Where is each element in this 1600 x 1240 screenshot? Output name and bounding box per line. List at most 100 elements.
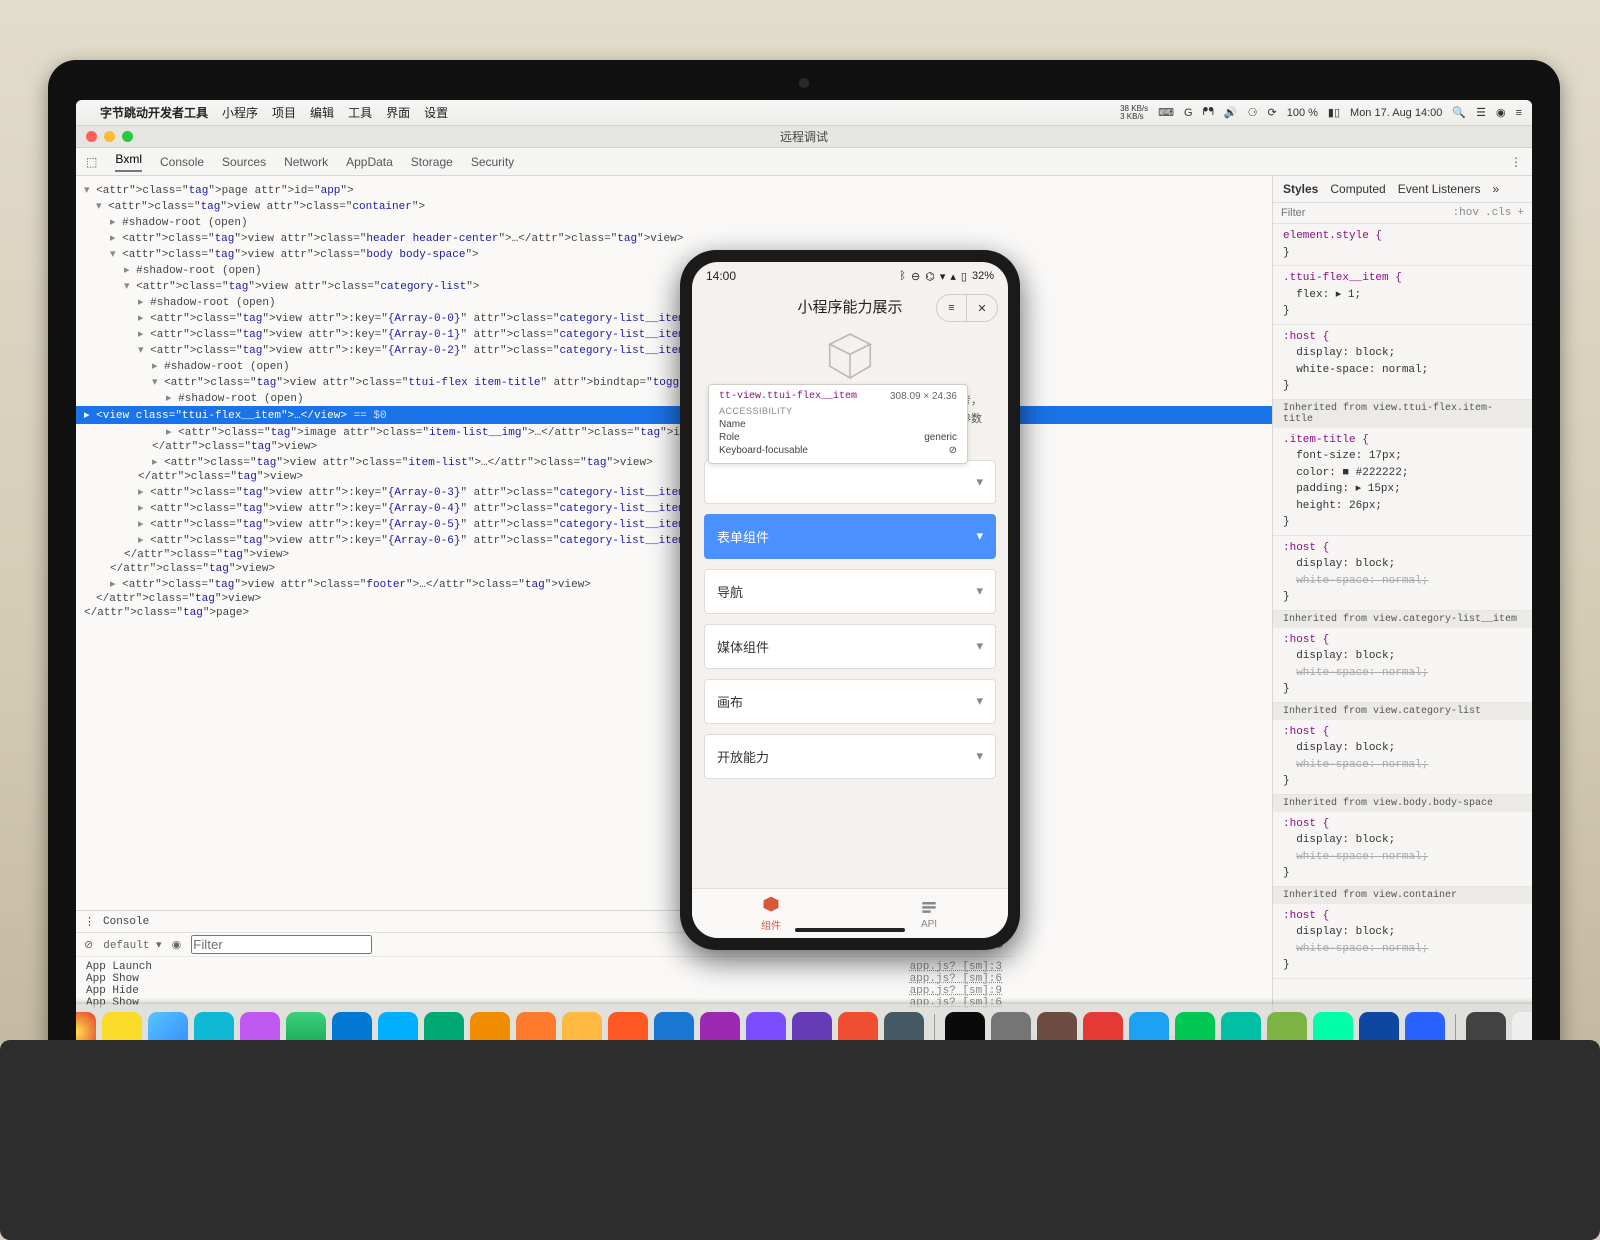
dock-app[interactable] bbox=[378, 1012, 418, 1052]
hov-toggle[interactable]: :hov bbox=[1453, 207, 1479, 219]
dock-app[interactable] bbox=[148, 1012, 188, 1052]
dock-app[interactable] bbox=[194, 1012, 234, 1052]
notifications-icon[interactable]: ≡ bbox=[1516, 107, 1522, 119]
spotlight-icon[interactable]: 🔍 bbox=[1452, 106, 1466, 119]
eye-icon[interactable]: ◉ bbox=[172, 938, 182, 952]
console-log[interactable]: app.js? [sm]:6App Show bbox=[86, 973, 1002, 985]
dock-app[interactable] bbox=[1405, 1012, 1445, 1052]
breadcrumb-item[interactable]: view.body.body-space bbox=[249, 1043, 381, 1055]
app-name[interactable]: 字节跳动开发者工具 bbox=[100, 104, 208, 121]
dock-app[interactable] bbox=[945, 1012, 985, 1052]
tab-overflow-icon[interactable]: ⋮ bbox=[1510, 155, 1522, 169]
elements-node[interactable]: </attr">class="tag">view> bbox=[76, 592, 1272, 606]
tab-sources[interactable]: Sources bbox=[222, 155, 266, 169]
mac-dock[interactable] bbox=[76, 1004, 1532, 1060]
css-rule[interactable]: element.style {} bbox=[1273, 224, 1532, 266]
console-log[interactable]: app.js? [sm]:3App Launch bbox=[86, 961, 1002, 973]
tab-event-listeners[interactable]: Event Listeners bbox=[1398, 182, 1481, 196]
battery-icon[interactable]: ▮▯ bbox=[1328, 106, 1340, 119]
css-rule[interactable]: …:host { display: block; white-space: no… bbox=[1273, 628, 1532, 703]
drawer-title[interactable]: Console bbox=[103, 916, 149, 928]
dock-app-chrome[interactable] bbox=[76, 1012, 96, 1052]
tab-bxml[interactable]: Bxml bbox=[115, 152, 142, 172]
dock-app[interactable] bbox=[516, 1012, 556, 1052]
breadcrumb-item[interactable]: view.ttui-flex.item-title bbox=[689, 1043, 854, 1055]
wifi-icon[interactable]: ⚆ bbox=[1248, 106, 1258, 119]
miniapp-capsule[interactable]: ≡ ✕ bbox=[936, 294, 998, 322]
elements-node[interactable]: </attr">class="tag">view> bbox=[76, 470, 1272, 484]
close-icon[interactable]: ✕ bbox=[967, 295, 997, 321]
dock-app[interactable] bbox=[1221, 1012, 1261, 1052]
css-rule[interactable]: ….item-title { font-size: 17px; color: ■… bbox=[1273, 428, 1532, 536]
dock-app-brave[interactable] bbox=[838, 1012, 878, 1052]
elements-node[interactable]: </attr">class="tag">page> bbox=[76, 606, 1272, 620]
menu-icon[interactable]: ≡ bbox=[937, 295, 967, 321]
dock-app[interactable] bbox=[1512, 1012, 1532, 1052]
elements-node[interactable]: <attr">class="tag">view attr">class="bod… bbox=[76, 246, 1272, 262]
elements-node[interactable]: <attr">class="tag">view attr">:key="{Arr… bbox=[76, 516, 1272, 532]
tab-security[interactable]: Security bbox=[471, 155, 514, 169]
menu-item[interactable]: 工具 bbox=[348, 104, 372, 121]
elements-node[interactable]: <attr">class="tag">view attr">class="hea… bbox=[76, 230, 1272, 246]
elements-selected-node[interactable]: ▸ <view class="ttui-flex__item">…</view>… bbox=[76, 406, 1272, 424]
menu-item[interactable]: 小程序 bbox=[222, 104, 258, 121]
dock-app[interactable] bbox=[1359, 1012, 1399, 1052]
elements-node[interactable]: #shadow-root (open) bbox=[76, 214, 1272, 230]
status-g-icon[interactable]: G bbox=[1184, 107, 1193, 119]
menu-item[interactable]: 编辑 bbox=[310, 104, 334, 121]
inspect-icon[interactable]: ⬚ bbox=[86, 155, 97, 169]
elements-node[interactable]: #shadow-root (open) bbox=[76, 294, 1272, 310]
tab-styles[interactable]: Styles bbox=[1283, 182, 1318, 196]
elements-node[interactable]: <attr">class="tag">view attr">:key="{Arr… bbox=[76, 484, 1272, 500]
css-rule[interactable]: …:host { display: block; white-space: no… bbox=[1273, 904, 1532, 979]
elements-node[interactable]: <attr">class="tag">image attr">class="it… bbox=[76, 424, 1272, 440]
elements-node[interactable]: <attr">class="tag">view attr">:key="{Arr… bbox=[76, 310, 1272, 326]
elements-node[interactable]: <attr">class="tag">page attr">id="app"> bbox=[76, 182, 1272, 198]
elements-node[interactable]: </attr">class="tag">view> bbox=[76, 562, 1272, 576]
css-rule[interactable]: …:host { display: block; white-space: no… bbox=[1273, 812, 1532, 887]
dock-app[interactable] bbox=[746, 1012, 786, 1052]
dock-app[interactable] bbox=[286, 1012, 326, 1052]
css-rule[interactable]: …:host { display: block; white-space: no… bbox=[1273, 720, 1532, 795]
minimize-icon[interactable] bbox=[104, 131, 115, 142]
android-nav-pill[interactable] bbox=[795, 928, 905, 932]
dock-app-edge[interactable] bbox=[332, 1012, 372, 1052]
list-item[interactable]: 媒体组件 ▾ bbox=[704, 624, 996, 669]
menu-item[interactable]: 项目 bbox=[272, 104, 296, 121]
control-center-icon[interactable]: ☰ bbox=[1476, 106, 1486, 119]
css-rule[interactable]: …:host { display: block; white-space: no… bbox=[1273, 325, 1532, 400]
dock-app-wechat[interactable] bbox=[1175, 1012, 1215, 1052]
elements-node[interactable]: <attr">class="tag">view attr">class="con… bbox=[76, 198, 1272, 214]
list-item[interactable]: 导航 ▾ bbox=[704, 569, 996, 614]
tab-storage[interactable]: Storage bbox=[411, 155, 453, 169]
menu-item[interactable]: 界面 bbox=[386, 104, 410, 121]
console-clear-icon[interactable]: ⊘ bbox=[84, 938, 93, 952]
css-rule[interactable]: ….ttui-flex__item { flex: ▸ 1;} bbox=[1273, 266, 1532, 325]
breadcrumb[interactable]: page#appview.containerview.body.body-spa… bbox=[76, 1036, 1272, 1060]
dock-app[interactable] bbox=[700, 1012, 740, 1052]
elements-node[interactable]: <attr">class="tag">view attr">:key="{Arr… bbox=[76, 342, 1272, 358]
dock-app[interactable] bbox=[240, 1012, 280, 1052]
elements-node[interactable]: <attr">class="tag">view attr">class="foo… bbox=[76, 576, 1272, 592]
menu-item[interactable]: 设置 bbox=[424, 104, 448, 121]
list-item[interactable]: 画布 ▾ bbox=[704, 679, 996, 724]
clock[interactable]: Mon 17. Aug 14:00 bbox=[1350, 107, 1442, 119]
dock-app[interactable] bbox=[470, 1012, 510, 1052]
dock-app[interactable] bbox=[424, 1012, 464, 1052]
zoom-icon[interactable] bbox=[122, 131, 133, 142]
css-rule[interactable]: …:host { display: block; white-space: no… bbox=[1273, 536, 1532, 611]
dock-app-twitter[interactable] bbox=[1129, 1012, 1169, 1052]
styles-filter-input[interactable] bbox=[1281, 207, 1447, 219]
breadcrumb-item[interactable]: view.container bbox=[147, 1043, 239, 1055]
tab-computed[interactable]: Computed bbox=[1330, 182, 1385, 196]
dock-app[interactable] bbox=[991, 1012, 1031, 1052]
dock-app[interactable] bbox=[1466, 1012, 1506, 1052]
volume-icon[interactable]: 🔊 bbox=[1224, 106, 1238, 119]
dock-app[interactable] bbox=[1267, 1012, 1307, 1052]
traffic-lights[interactable] bbox=[86, 131, 133, 142]
list-item-selected[interactable]: 表单组件 ▾ bbox=[704, 514, 996, 559]
list-item[interactable]: 开放能力 ▾ bbox=[704, 734, 996, 779]
tab-network[interactable]: Network bbox=[284, 155, 328, 169]
console-filter-input[interactable] bbox=[191, 935, 372, 954]
dock-app[interactable] bbox=[884, 1012, 924, 1052]
